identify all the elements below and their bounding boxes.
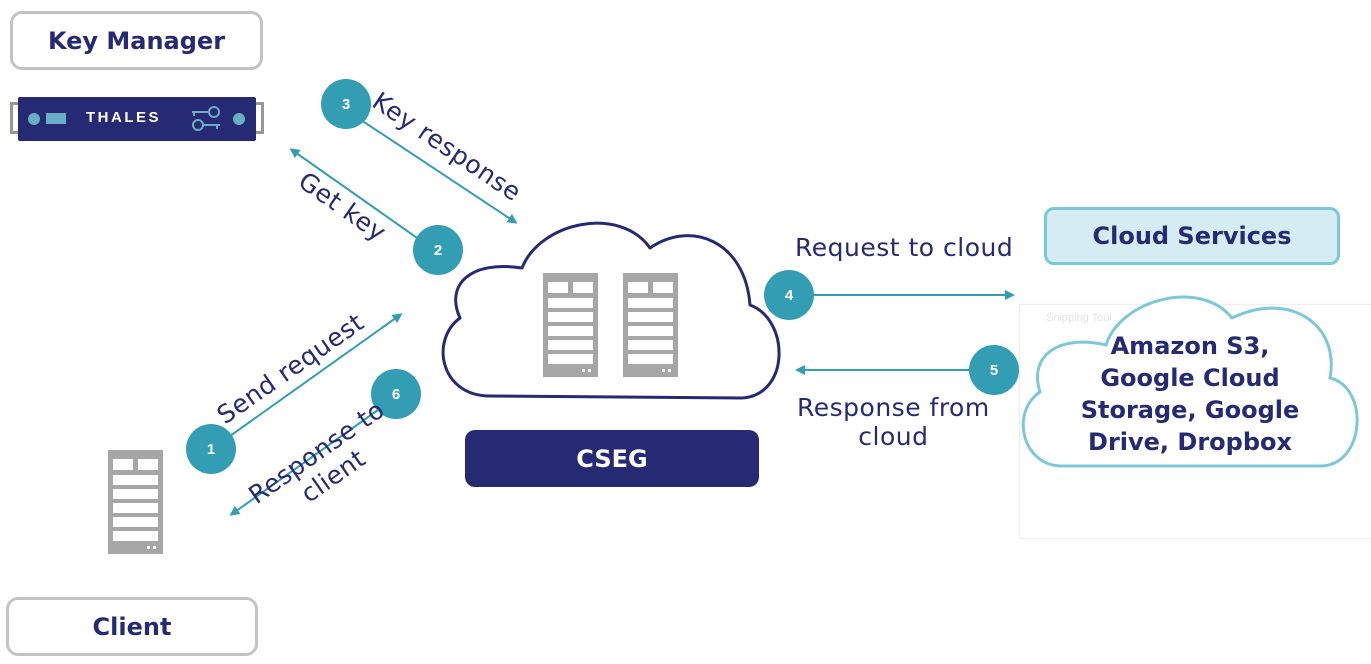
cloud-services-label: Cloud Services (1044, 207, 1340, 265)
label-line: cloud (858, 421, 929, 451)
cseg-text: CSEG (576, 444, 648, 473)
device-bracket-left (10, 102, 18, 134)
key-manager-text: Key Manager (47, 26, 226, 55)
cloud-service-line: Storage, Google (1080, 396, 1300, 424)
step-number: 5 (989, 361, 999, 379)
step-number: 2 (433, 241, 443, 259)
keys-icon (192, 106, 220, 131)
client-server-icon (108, 450, 163, 554)
key-manager-label: Key Manager (10, 11, 263, 70)
client-text: Client (92, 612, 172, 641)
step-number: 6 (391, 385, 401, 403)
label-line: Response from (797, 393, 990, 422)
cloud-service-line: Drive, Dropbox (1088, 428, 1292, 456)
step-number: 3 (341, 95, 351, 113)
led-icon (233, 113, 245, 125)
device-brand-text: THALES (86, 109, 161, 126)
device-bracket-right (256, 102, 264, 134)
thales-hsm-device: THALES (18, 97, 256, 141)
cloud-services-list: Amazon S3, Google Cloud Storage, Google … (1080, 330, 1300, 458)
led-icon (28, 113, 40, 125)
step-label-response-from-cloud: Response from cloud (797, 393, 990, 452)
step-badge-5: 5 (969, 345, 1019, 395)
display-icon (46, 113, 66, 124)
server-icon (543, 273, 598, 377)
step-label-request-to-cloud: Request to cloud (795, 233, 1014, 262)
step-number: 1 (206, 440, 216, 458)
step-badge-4: 4 (764, 270, 814, 320)
cloud-service-line: Google Cloud (1100, 364, 1280, 392)
cloud-services-text: Cloud Services (1092, 222, 1292, 250)
cseg-label: CSEG (465, 430, 759, 487)
cseg-cloud-shape (441, 221, 781, 400)
step-number: 4 (784, 286, 794, 304)
cloud-service-line: Amazon S3, (1110, 332, 1270, 360)
server-icon (623, 273, 678, 377)
step-badge-1: 1 (186, 424, 236, 474)
client-label: Client (6, 597, 258, 656)
step-badge-3: 3 (321, 79, 371, 129)
step-badge-2: 2 (413, 225, 463, 275)
